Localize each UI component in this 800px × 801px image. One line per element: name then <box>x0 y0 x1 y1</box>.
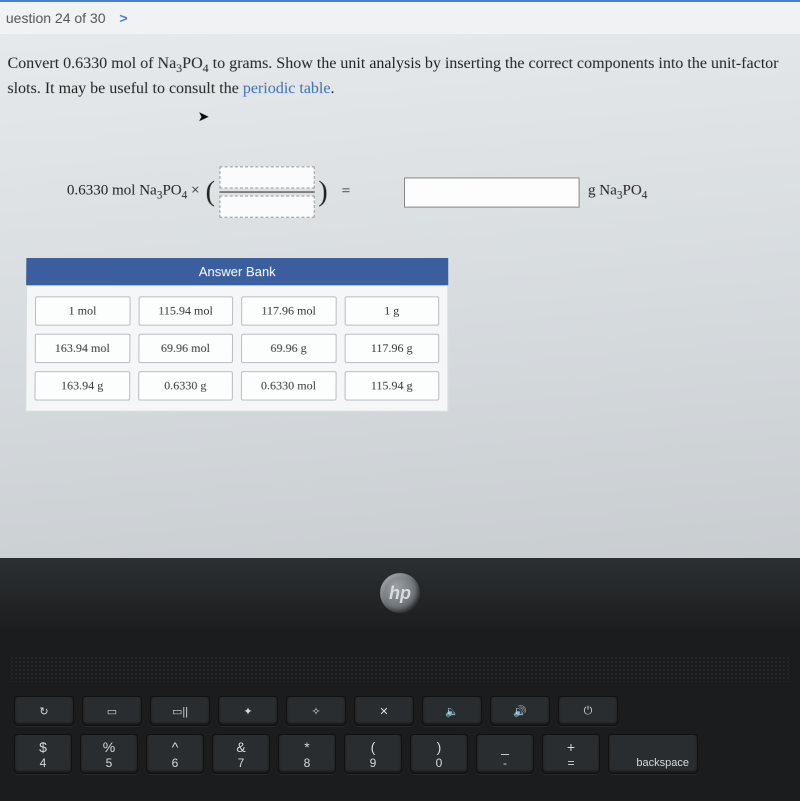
question-content: Convert 0.6330 mol of Na3PO4 to grams. S… <box>0 34 800 412</box>
answer-tile[interactable]: 0.6330 g <box>138 371 233 400</box>
question-nav-bar: uestion 24 of 30 > <box>0 0 800 34</box>
key-brightness-up[interactable]: ✧ <box>286 696 346 726</box>
equation-row: 0.6330 mol Na3PO4 × ( ) = g Na3PO4 <box>67 165 794 220</box>
unit-factor-fraction <box>219 165 314 220</box>
denominator-drop-slot[interactable] <box>219 196 314 218</box>
key-0[interactable]: )0 <box>410 734 468 774</box>
answer-bank-grid: 1 mol 115.94 mol 117.96 mol 1 g 163.94 m… <box>25 285 448 411</box>
key-fullscreen[interactable]: ▭ <box>82 696 142 726</box>
next-question-chevron-icon[interactable]: > <box>119 10 127 26</box>
key-equals[interactable]: += <box>542 734 600 774</box>
answer-tile[interactable]: 0.6330 mol <box>241 371 336 400</box>
given-quantity: 0.6330 mol Na3PO4 × <box>67 183 200 202</box>
question-counter: uestion 24 of 30 <box>6 10 106 26</box>
answer-tile[interactable]: 1 mol <box>35 297 130 326</box>
answer-tile[interactable]: 115.94 g <box>344 371 439 400</box>
answer-bank-header: Answer Bank <box>26 258 448 285</box>
key-brightness-down[interactable]: ✦ <box>218 696 278 726</box>
cursor-icon: ➤ <box>198 109 210 126</box>
key-5[interactable]: %5 <box>80 734 138 774</box>
speaker-grill <box>10 656 790 682</box>
laptop-keyboard: ↻ ▭ ▭|| ✦ ✧ ✕ 🔈 🔊 ⏻ $4 %5 ^6 &7 *8 (9 )0… <box>0 628 800 801</box>
key-refresh[interactable]: ↻ <box>14 696 74 726</box>
key-vol-up[interactable]: 🔊 <box>490 696 550 726</box>
laptop-bezel: hp <box>0 558 800 628</box>
result-unit: g Na3PO4 <box>588 183 647 202</box>
equals-sign: = <box>342 184 351 201</box>
number-key-row: $4 %5 ^6 &7 *8 (9 )0 _- += backspace <box>10 734 790 774</box>
close-paren: ) <box>318 176 327 208</box>
open-paren: ( <box>206 176 215 208</box>
function-key-row: ↻ ▭ ▭|| ✦ ✧ ✕ 🔈 🔊 ⏻ <box>10 696 790 726</box>
hp-logo-icon: hp <box>380 573 420 613</box>
key-power[interactable]: ⏻ <box>558 696 618 726</box>
answer-tile[interactable]: 115.94 mol <box>138 297 233 326</box>
answer-tile[interactable]: 69.96 g <box>241 334 336 363</box>
answer-bank: Answer Bank 1 mol 115.94 mol 117.96 mol … <box>25 258 448 412</box>
answer-tile[interactable]: 163.94 g <box>34 371 129 400</box>
fraction-line <box>219 192 314 193</box>
key-overview[interactable]: ▭|| <box>150 696 210 726</box>
key-6[interactable]: ^6 <box>146 734 204 774</box>
key-7[interactable]: &7 <box>212 734 270 774</box>
answer-tile[interactable]: 117.96 mol <box>241 297 336 326</box>
periodic-table-link[interactable]: periodic table <box>243 80 331 97</box>
key-4[interactable]: $4 <box>14 734 72 774</box>
numerator-drop-slot[interactable] <box>219 167 314 189</box>
key-vol-down[interactable]: 🔈 <box>422 696 482 726</box>
key-8[interactable]: *8 <box>278 734 336 774</box>
key-9[interactable]: (9 <box>344 734 402 774</box>
answer-input[interactable] <box>404 177 580 207</box>
key-mute[interactable]: ✕ <box>354 696 414 726</box>
screen: uestion 24 of 30 > Convert 0.6330 mol of… <box>0 0 800 565</box>
answer-tile[interactable]: 117.96 g <box>344 334 439 363</box>
key-minus[interactable]: _- <box>476 734 534 774</box>
question-prompt: Convert 0.6330 mol of Na3PO4 to grams. S… <box>7 52 792 101</box>
answer-tile[interactable]: 1 g <box>344 297 439 326</box>
answer-tile[interactable]: 163.94 mol <box>35 334 130 363</box>
key-backspace[interactable]: backspace <box>608 734 698 774</box>
answer-tile[interactable]: 69.96 mol <box>138 334 233 363</box>
